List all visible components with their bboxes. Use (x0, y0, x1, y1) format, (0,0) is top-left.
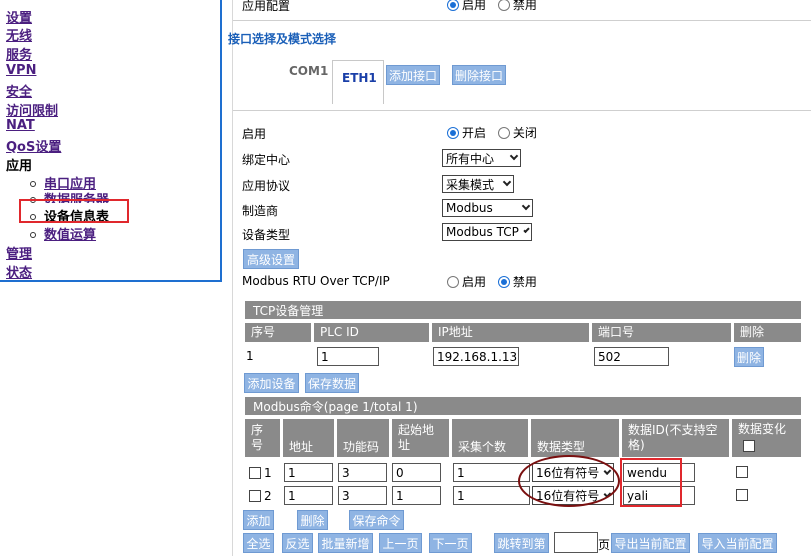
jump-to-page-button[interactable]: 跳转到第 (494, 533, 549, 553)
protocol-label: 应用协议 (242, 179, 291, 193)
next-page-button[interactable]: 下一页 (429, 533, 472, 553)
tab-com1[interactable]: COM1 (289, 64, 328, 78)
data-id-annotation-box (620, 458, 682, 507)
select-all-change-checkbox[interactable] (743, 440, 755, 452)
modbus-col-function: 功能码 (337, 419, 389, 457)
enable-radios: 开启 关闭 (447, 124, 545, 141)
save-data-button[interactable]: 保存数据 (305, 373, 359, 393)
tcp-col-plc-id: PLC ID (314, 323, 429, 342)
batch-add-button[interactable]: 批量新增 (318, 533, 373, 553)
row-2-change-checkbox[interactable] (736, 489, 748, 501)
row-2-function-input[interactable]: 3 (338, 486, 387, 505)
delete-interface-button[interactable]: 删除接口 (452, 65, 506, 85)
save-command-button[interactable]: 保存命令 (349, 510, 404, 530)
rtu-radios: 启用 禁用 (447, 273, 545, 290)
delete-command-button[interactable]: 删除 (297, 510, 328, 530)
tcp-col-ip: IP地址 (432, 323, 589, 342)
advanced-settings-button[interactable]: 高级设置 (243, 249, 299, 269)
bind-center-label: 绑定中心 (242, 153, 291, 167)
row-2-index: 2 (264, 489, 272, 503)
vendor-label: 制造商 (242, 204, 279, 218)
enable-off-radio[interactable] (497, 126, 510, 139)
sidebar-item-qos[interactable]: QoS设置 (6, 136, 61, 155)
highlight-box (19, 199, 129, 223)
sidebar-item-vpn[interactable]: VPN (6, 63, 36, 78)
app-disable-radio[interactable] (497, 0, 510, 11)
row-2-count-input[interactable]: 1 (453, 486, 530, 505)
add-command-button[interactable]: 添加 (243, 510, 274, 530)
protocol-select[interactable]: 采集模式 (442, 175, 514, 193)
main-left-border (232, 0, 233, 556)
add-device-button[interactable]: 添加设备 (244, 373, 299, 393)
row-2-start-input[interactable]: 1 (392, 486, 441, 505)
delete-tcp-device-button[interactable]: 删除 (734, 347, 764, 367)
row-1-start-input[interactable]: 0 (392, 463, 441, 482)
port-input[interactable]: 502 (594, 347, 669, 366)
modbus-col-data-id: 数据ID(不支持空 格) (622, 419, 729, 457)
enable-label: 启用 (242, 127, 267, 141)
interface-section-title: 接口选择及模式选择 (228, 32, 337, 46)
row-2-checkbox[interactable] (249, 490, 261, 502)
rtu-over-tcp-label: Modbus RTU Over TCP/IP (242, 274, 390, 288)
row-1-change-checkbox[interactable] (736, 466, 748, 478)
modbus-section-header: Modbus命令(page 1/total 1) (245, 397, 801, 415)
chevron-down-icon (523, 226, 530, 234)
tcp-row-index: 1 (246, 349, 254, 363)
tcp-col-delete: 删除 (734, 323, 801, 342)
chevron-down-icon (502, 177, 512, 187)
modbus-col-start-address: 起始地 址 (392, 419, 449, 457)
page-number-input[interactable] (554, 532, 598, 553)
sidebar-item-settings[interactable]: 设置 (6, 7, 32, 26)
rtu-disable-radio[interactable] (497, 275, 510, 288)
modbus-col-address: 地址 (283, 419, 334, 457)
data-type-annotation-ellipse (518, 455, 620, 507)
modbus-col-count: 采集个数 (452, 419, 528, 457)
modbus-col-index: 序 号 (245, 419, 280, 457)
ip-address-input[interactable]: 192.168.1.132 (433, 347, 519, 366)
tcp-col-index: 序号 (245, 323, 311, 342)
sidebar-item-manage[interactable]: 管理 (6, 243, 32, 262)
sidebar-item-apps[interactable]: 应用 (6, 155, 32, 174)
export-config-button[interactable]: 导出当前配置 (611, 533, 690, 553)
divider (233, 20, 811, 21)
bullet-icon (30, 231, 36, 238)
row-1-address-input[interactable]: 1 (284, 463, 333, 482)
add-interface-button[interactable]: 添加接口 (386, 65, 440, 85)
chevron-down-icon (509, 151, 519, 161)
bind-center-select[interactable]: 所有中心 (442, 149, 521, 167)
app-config-label: 应用配置 (242, 0, 291, 13)
sidebar-item-access-limit[interactable]: 访问限制 (6, 100, 58, 119)
invert-selection-button[interactable]: 反选 (282, 533, 313, 553)
row-2-address-input[interactable]: 1 (284, 486, 333, 505)
chevron-down-icon (521, 201, 531, 211)
enable-on-radio[interactable] (447, 126, 459, 139)
tcp-col-port: 端口号 (592, 323, 731, 342)
divider (233, 110, 811, 111)
row-1-index: 1 (264, 466, 272, 480)
prev-page-button[interactable]: 上一页 (379, 533, 422, 553)
device-type-select[interactable]: Modbus TCP (442, 223, 532, 241)
tab-eth1[interactable]: ETH1 (332, 60, 384, 104)
bullet-icon (30, 180, 36, 187)
rtu-enable-radio[interactable] (447, 275, 459, 288)
tcp-section-header: TCP设备管理 (245, 301, 801, 319)
plc-id-input[interactable]: 1 (317, 347, 379, 366)
modbus-col-data-type: 数据类型 (531, 419, 619, 457)
vendor-select[interactable]: Modbus (442, 199, 533, 217)
sidebar-item-status[interactable]: 状态 (6, 262, 32, 281)
app-config-radios: 启用 禁用 (447, 0, 545, 13)
row-1-function-input[interactable]: 3 (338, 463, 387, 482)
select-all-button[interactable]: 全选 (243, 533, 274, 553)
sidebar-item-wireless[interactable]: 无线 (6, 25, 32, 44)
page-suffix-label: 页 (598, 538, 611, 552)
sidebar-subitem-value-calc[interactable]: 数值运算 (30, 224, 96, 243)
sidebar-item-services[interactable]: 服务 (6, 44, 32, 63)
row-1-checkbox[interactable] (249, 467, 261, 479)
import-config-button[interactable]: 导入当前配置 (698, 533, 777, 553)
sidebar-item-security[interactable]: 安全 (6, 81, 32, 100)
device-type-label: 设备类型 (242, 228, 291, 242)
app-enable-radio[interactable] (447, 0, 459, 11)
sidebar-item-nat[interactable]: NAT (6, 118, 35, 133)
